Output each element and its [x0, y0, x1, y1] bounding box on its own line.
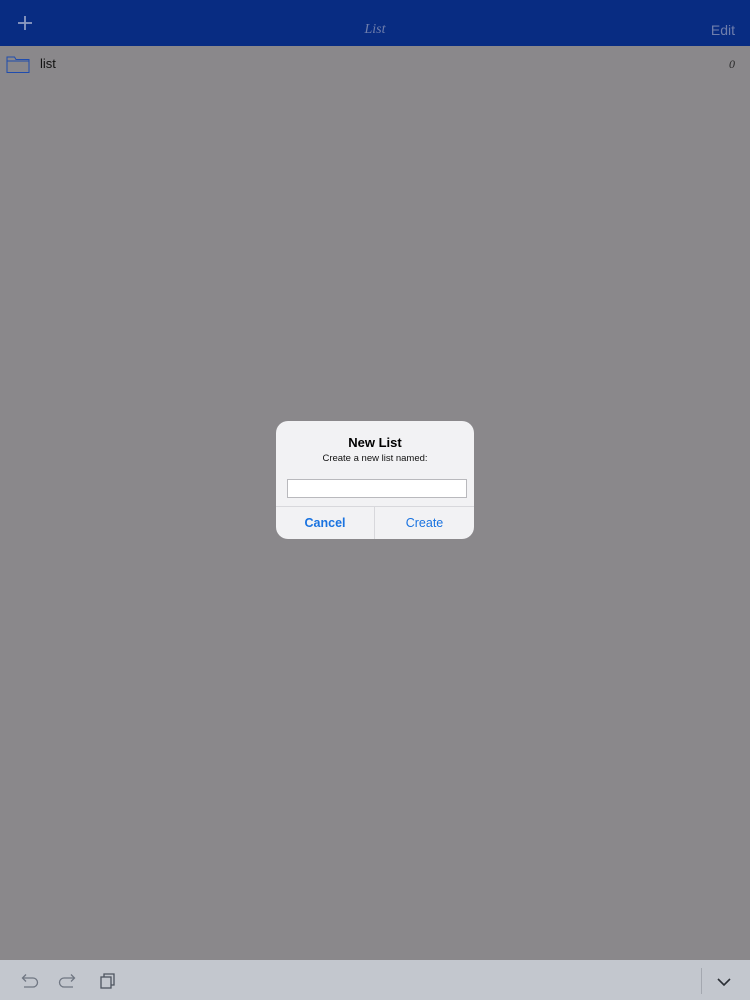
- toolbar-divider: [701, 968, 702, 994]
- dialog-message: Create a new list named:: [322, 453, 428, 464]
- new-list-dialog: New List Create a new list named: Cancel…: [276, 421, 474, 539]
- list-item[interactable]: list 0: [0, 47, 750, 83]
- undo-icon[interactable]: [19, 972, 39, 990]
- create-button[interactable]: Create: [375, 507, 474, 539]
- redo-icon[interactable]: [58, 972, 78, 990]
- cancel-button[interactable]: Cancel: [276, 507, 374, 539]
- page-title: List: [364, 22, 386, 37]
- chevron-down-icon[interactable]: [714, 974, 734, 992]
- list-item-count: 0: [729, 57, 735, 71]
- bottom-toolbar: [0, 960, 750, 1000]
- list-name-input[interactable]: [287, 479, 467, 498]
- copy-icon[interactable]: [98, 972, 118, 990]
- edit-button[interactable]: Edit: [711, 0, 735, 46]
- plus-icon[interactable]: [13, 11, 37, 35]
- folder-icon: [6, 54, 30, 74]
- list-item-label: list: [40, 56, 56, 71]
- navigation-bar: List Edit: [0, 0, 750, 46]
- dialog-title: New List: [348, 435, 402, 450]
